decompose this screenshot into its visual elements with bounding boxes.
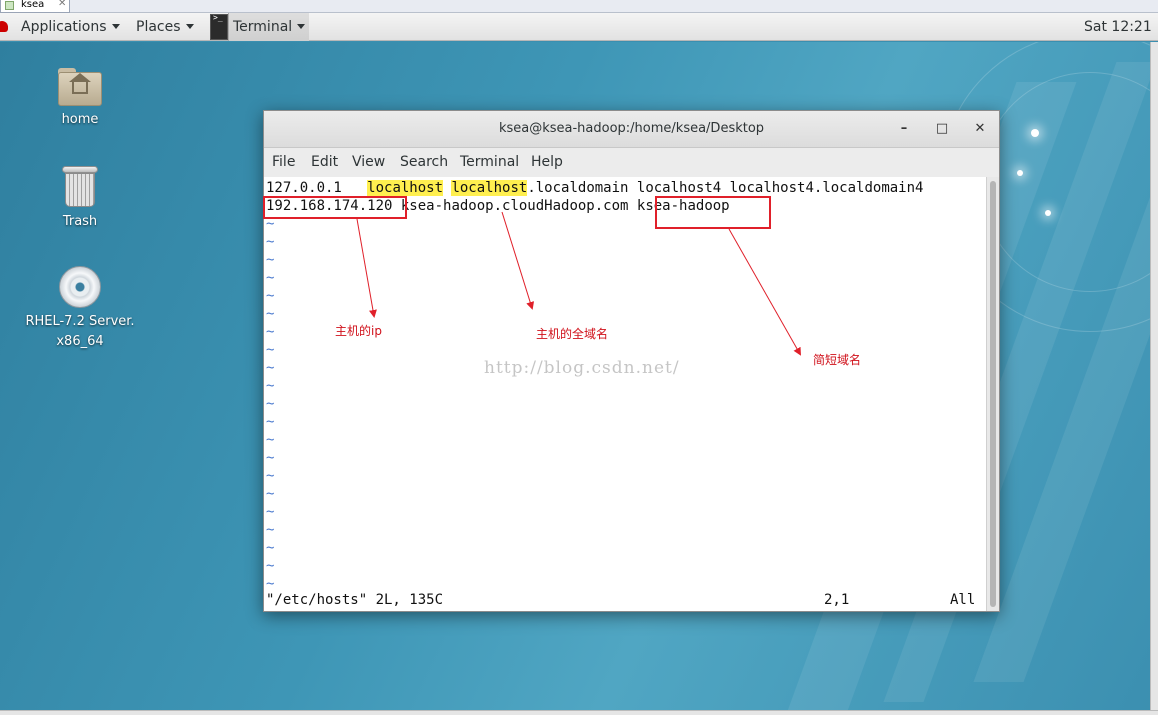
- empty-line-marker: ~: [266, 450, 275, 466]
- horizontal-scrollbar[interactable]: [0, 710, 1158, 715]
- background-light: [1017, 170, 1023, 176]
- empty-line-marker: ~: [266, 306, 275, 322]
- background-light: [1045, 210, 1051, 216]
- terminal-scrollbar[interactable]: [986, 177, 999, 611]
- loopback-ip: 127.0.0.1: [266, 180, 342, 196]
- vertical-scrollbar[interactable]: [1150, 42, 1158, 715]
- empty-line-marker: ~: [266, 342, 275, 358]
- terminal-app-label: Terminal: [233, 19, 293, 35]
- vm-tab-label: ksea: [21, 0, 45, 10]
- empty-line-marker: ~: [266, 234, 275, 250]
- applications-label: Applications: [21, 19, 107, 35]
- terminal-text-area[interactable]: 127.0.0.1 localhost localhost.localdomai…: [264, 177, 986, 611]
- hosts-line-1-rest: .localdomain localhost4 localhost4.local…: [527, 180, 924, 196]
- disc-icon: [59, 266, 101, 308]
- terminal-app-menu[interactable]: Terminal: [228, 13, 310, 41]
- trash-icon: [62, 164, 98, 208]
- top-panel: Applications Places Terminal Sat 12:21: [0, 13, 1158, 41]
- watermark: http://blog.csdn.net/: [484, 358, 680, 378]
- annotation-label-shortname: 简短域名: [813, 353, 862, 367]
- menu-help[interactable]: Help: [531, 154, 563, 170]
- empty-line-marker: ~: [266, 558, 275, 574]
- window-title: ksea@ksea-hadoop:/home/ksea/Desktop: [498, 121, 765, 136]
- terminal-app-icon[interactable]: [210, 13, 228, 40]
- vm-tab-strip: ksea ✕: [0, 0, 1158, 13]
- empty-line-marker: ~: [266, 414, 275, 430]
- minimize-button[interactable]: –: [894, 119, 914, 139]
- desktop-icon-label: home: [61, 112, 99, 127]
- close-button[interactable]: ✕: [970, 119, 990, 139]
- menu-search[interactable]: Search: [400, 154, 448, 170]
- empty-line-marker: ~: [266, 252, 275, 268]
- desktop-icon-label: Trash: [62, 214, 98, 229]
- annotation-label-fqdn: 主机的全域名: [536, 327, 609, 341]
- search-highlight: localhost: [367, 180, 444, 196]
- chevron-down-icon: [185, 24, 194, 29]
- vm-tab-ksea[interactable]: ksea ✕: [0, 0, 70, 13]
- scrollbar-thumb[interactable]: [990, 181, 996, 607]
- hosts-line-1: 127.0.0.1 localhost localhost.localdomai…: [266, 179, 923, 197]
- vm-icon: [5, 1, 14, 10]
- empty-line-marker: ~: [266, 396, 275, 412]
- applications-menu[interactable]: Applications: [21, 13, 120, 41]
- home-folder-icon: [58, 66, 102, 106]
- clock[interactable]: Sat 12:21: [1084, 13, 1152, 41]
- status-cursor-position: 2,1: [824, 592, 850, 608]
- status-scroll-scope: All: [950, 592, 976, 608]
- close-icon[interactable]: ✕: [58, 0, 66, 9]
- empty-line-marker: ~: [266, 540, 275, 556]
- annotation-box-ip: [263, 196, 407, 219]
- desktop-icon-label: RHEL-7.2 Server.: [25, 314, 135, 329]
- search-highlight: localhost: [451, 180, 528, 196]
- menu-edit[interactable]: Edit: [311, 154, 338, 170]
- chevron-down-icon: [297, 24, 306, 29]
- places-menu[interactable]: Places: [136, 13, 194, 41]
- menu-file[interactable]: File: [272, 154, 295, 170]
- annotation-box-shortname: [655, 196, 771, 229]
- empty-line-marker: ~: [266, 288, 275, 304]
- empty-line-marker: ~: [266, 324, 275, 340]
- empty-line-marker: ~: [266, 360, 275, 376]
- empty-line-marker: ~: [266, 468, 275, 484]
- empty-line-marker: ~: [266, 504, 275, 520]
- host-fqdn: ksea-hadoop.cloudHadoop.com: [400, 198, 629, 214]
- annotation-label-ip: 主机的ip: [335, 324, 382, 338]
- redhat-icon: [0, 21, 8, 32]
- desktop-icon-label: x86_64: [56, 334, 104, 349]
- empty-line-marker: ~: [266, 486, 275, 502]
- window-titlebar[interactable]: ksea@ksea-hadoop:/home/ksea/Desktop – □ …: [264, 111, 999, 148]
- desktop-icon-home[interactable]: home: [20, 66, 140, 130]
- menubar: File Edit View Search Terminal Help: [264, 148, 999, 177]
- menu-view[interactable]: View: [352, 154, 385, 170]
- menu-terminal[interactable]: Terminal: [460, 154, 519, 170]
- desktop-icon-disc[interactable]: RHEL-7.2 Server. x86_64: [20, 266, 140, 352]
- maximize-button[interactable]: □: [932, 119, 952, 139]
- empty-line-marker: ~: [266, 432, 275, 448]
- empty-line-marker: ~: [266, 378, 275, 394]
- places-label: Places: [136, 19, 181, 35]
- desktop-icon-trash[interactable]: Trash: [20, 164, 140, 232]
- status-file-info: "/etc/hosts" 2L, 135C: [266, 592, 444, 608]
- chevron-down-icon: [111, 24, 120, 29]
- empty-line-marker: ~: [266, 522, 275, 538]
- background-light: [1031, 129, 1039, 137]
- empty-line-marker: ~: [266, 270, 275, 286]
